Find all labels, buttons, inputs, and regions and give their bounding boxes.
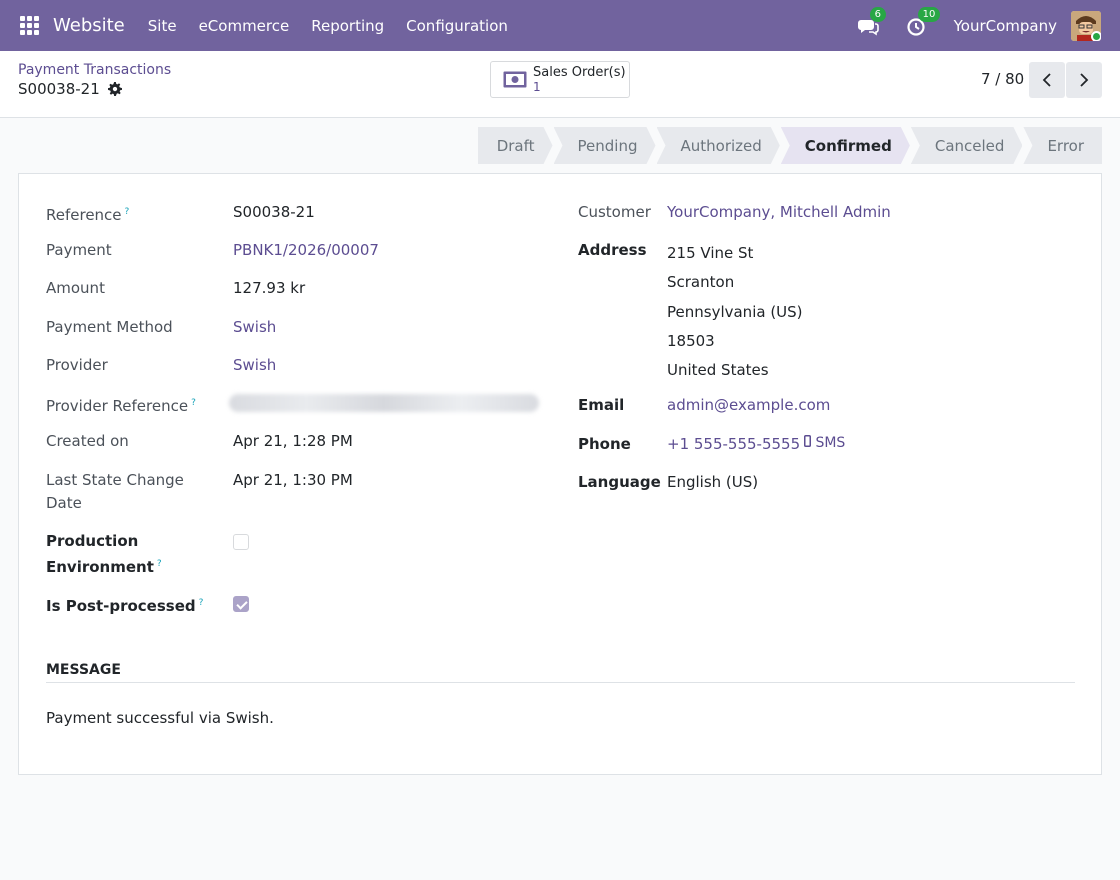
activities-badge: 10 <box>917 6 941 22</box>
email-link[interactable]: admin@example.com <box>667 394 830 417</box>
amount-value: 127.93 kr <box>233 279 306 297</box>
is-post-processed-checkbox[interactable] <box>233 596 249 612</box>
provider-reference-value-blurred <box>229 394 539 412</box>
address-country: United States <box>667 361 769 380</box>
help-tooltip-icon[interactable]: ? <box>157 559 162 569</box>
provider-link[interactable]: Swish <box>233 354 276 377</box>
last-state-change-label: Last State Change Date <box>46 471 184 512</box>
messages-badge: 6 <box>869 6 886 22</box>
created-on-value: Apr 21, 1:28 PM <box>233 432 353 450</box>
phone-link[interactable]: +1 555-555-5555 <box>667 433 800 456</box>
record-title: S00038-21 <box>18 80 122 98</box>
production-environment-checkbox[interactable] <box>233 534 249 550</box>
pager-previous-button[interactable] <box>1029 62 1065 98</box>
money-icon <box>503 71 527 88</box>
payment-label: Payment <box>46 241 112 259</box>
language-value: English (US) <box>667 473 759 491</box>
pager-next-button[interactable] <box>1066 62 1102 98</box>
amount-label: Amount <box>46 279 105 297</box>
sms-button[interactable]: SMS <box>804 435 845 451</box>
reference-value: S00038-21 <box>233 203 315 221</box>
smart-button-count: 1 <box>533 79 541 94</box>
address-state: Pennsylvania (US) <box>667 302 803 321</box>
stage-confirmed[interactable]: Confirmed <box>781 127 910 164</box>
help-tooltip-icon[interactable]: ? <box>191 398 196 408</box>
stage-error[interactable]: Error <box>1023 127 1102 164</box>
sales-orders-smart-button[interactable]: Sales Order(s) 1 <box>490 61 630 98</box>
company-switcher[interactable]: YourCompany <box>954 17 1057 35</box>
activities-clock-icon[interactable]: 10 <box>906 6 941 37</box>
form-sheet: Reference? S00038-21 Payment PBNK1/2026/… <box>18 173 1102 775</box>
is-post-processed-label: Is Post-processed? <box>46 597 204 615</box>
payment-link[interactable]: PBNK1/2026/00007 <box>233 239 379 262</box>
address-block: 215 Vine St Scranton Pennsylvania (US) 1… <box>667 239 803 385</box>
gear-icon[interactable] <box>107 82 122 96</box>
pager-value[interactable]: 7 / 80 <box>981 70 1024 88</box>
chevron-left-icon <box>1042 73 1051 87</box>
stage-draft[interactable]: Draft <box>478 127 553 164</box>
section-divider <box>46 682 1075 683</box>
chevron-right-icon <box>1080 73 1089 87</box>
email-label: Email <box>578 396 625 414</box>
record-name: S00038-21 <box>18 80 100 98</box>
smart-button-label: Sales Order(s) <box>533 64 626 80</box>
menu-reporting[interactable]: Reporting <box>300 17 395 35</box>
menu-site[interactable]: Site <box>137 17 188 35</box>
reference-label: Reference? <box>46 206 130 224</box>
user-avatar[interactable] <box>1071 10 1101 41</box>
provider-reference-label: Provider Reference? <box>46 397 196 415</box>
menu-configuration[interactable]: Configuration <box>395 17 519 35</box>
message-section-title: MESSAGE <box>46 662 121 678</box>
mobile-phone-icon <box>804 435 811 447</box>
menu-ecommerce[interactable]: eCommerce <box>188 17 301 35</box>
stage-authorized[interactable]: Authorized <box>657 127 780 164</box>
status-bar: Draft Pending Authorized Confirmed Cance… <box>477 127 1102 164</box>
customer-link[interactable]: YourCompany, Mitchell Admin <box>667 201 891 224</box>
address-city: Scranton <box>667 273 735 292</box>
provider-label: Provider <box>46 356 108 374</box>
help-tooltip-icon[interactable]: ? <box>199 598 204 608</box>
control-panel: Payment Transactions S00038-21 Sales Ord… <box>0 51 1120 118</box>
help-tooltip-icon[interactable]: ? <box>125 207 130 217</box>
sms-label: SMS <box>815 435 846 451</box>
breadcrumb-payment-transactions[interactable]: Payment Transactions <box>18 62 171 78</box>
language-label: Language <box>578 473 661 491</box>
message-text: Payment successful via Swish. <box>46 709 274 727</box>
online-status-dot <box>1091 30 1101 41</box>
payment-method-label: Payment Method <box>46 318 173 336</box>
address-street: 215 Vine St <box>667 244 754 262</box>
messages-icon[interactable]: 6 <box>857 6 886 37</box>
apps-grid-icon[interactable] <box>20 15 40 36</box>
app-brand[interactable]: Website <box>53 15 125 36</box>
production-environment-label: Production Environment? <box>46 532 162 576</box>
stage-pending[interactable]: Pending <box>554 127 656 164</box>
customer-label: Customer <box>578 203 651 221</box>
address-zip: 18503 <box>667 331 715 350</box>
payment-method-link[interactable]: Swish <box>233 316 276 339</box>
phone-label: Phone <box>578 435 631 453</box>
last-state-change-value: Apr 21, 1:30 PM <box>233 471 353 489</box>
created-on-label: Created on <box>46 432 129 450</box>
address-label: Address <box>578 241 647 259</box>
main-menu: Site eCommerce Reporting Configuration <box>137 17 519 35</box>
top-navbar: Website Site eCommerce Reporting Configu… <box>0 0 1120 51</box>
stage-canceled[interactable]: Canceled <box>911 127 1023 164</box>
